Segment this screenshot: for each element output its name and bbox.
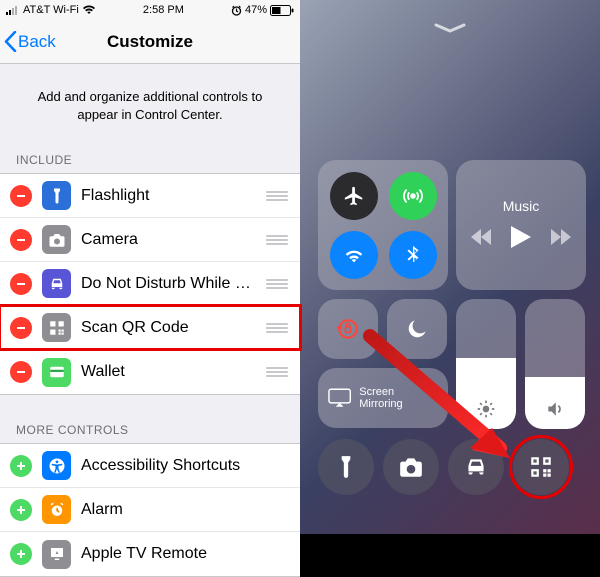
add-button[interactable] [10,543,32,565]
music-tile[interactable]: Music [456,160,586,290]
settings-row[interactable]: Flashlight [0,174,300,218]
row-label: Scan QR Code [81,319,256,337]
volume-slider[interactable] [525,299,585,429]
page-title: Customize [107,32,193,52]
brightness-icon [476,399,496,419]
row-label: Accessibility Shortcuts [81,457,288,475]
settings-row[interactable]: Do Not Disturb While Driving [0,262,300,306]
brightness-slider[interactable] [456,299,516,429]
section-header-more: More Controls [0,417,300,443]
drag-handle[interactable] [266,235,288,245]
music-label: Music [503,198,540,214]
clock: 2:58 PM [143,4,184,16]
play-button[interactable] [511,226,531,253]
dnd-driving-button[interactable] [448,439,504,495]
section-header-include: Include [0,147,300,173]
settings-row[interactable]: Apple TV Remote [0,532,300,576]
settings-row[interactable]: Wallet [0,350,300,394]
dnd-toggle[interactable] [387,299,447,359]
back-label: Back [18,32,56,52]
alarm-icon [42,495,71,524]
settings-row[interactable]: Accessibility Shortcuts [0,444,300,488]
wallet-icon [42,358,71,387]
more-list: Accessibility Shortcuts Alarm Apple TV Rem… [0,443,300,577]
accessibility-icon [42,451,71,480]
row-label: Do Not Disturb While Driving [81,275,256,293]
row-label: Flashlight [81,187,256,205]
cellular-toggle[interactable] [389,172,437,220]
scan-qr-button[interactable] [513,439,569,495]
rewind-button[interactable] [471,229,491,250]
flashlight-button[interactable] [318,439,374,495]
settings-row[interactable]: Camera [0,218,300,262]
drag-handle[interactable] [266,279,288,289]
settings-customize-screen: AT&T Wi-Fi 2:58 PM 47% Back Customize Ad… [0,0,300,534]
back-button[interactable]: Back [4,31,56,52]
nav-bar: Back Customize [0,20,300,64]
screen-mirroring-label: Screen Mirroring [359,386,438,410]
settings-row[interactable]: Alarm [0,488,300,532]
add-button[interactable] [10,499,32,521]
qrcode-icon [42,313,71,342]
flashlight-icon [42,181,71,210]
screen-mirroring-button[interactable]: Screen Mirroring [318,368,448,428]
carrier-label: AT&T Wi-Fi [23,4,79,16]
airplane-toggle[interactable] [330,172,378,220]
control-center-screen: Music [300,0,600,534]
battery-icon [270,5,294,16]
settings-row[interactable]: Scan QR Code [0,306,300,350]
remove-button[interactable] [10,361,32,383]
camera-button[interactable] [383,439,439,495]
volume-icon [545,399,565,419]
chevron-down-icon[interactable] [433,20,467,38]
status-bar: AT&T Wi-Fi 2:58 PM 47% [0,0,300,20]
orientation-lock-toggle[interactable] [318,299,378,359]
row-label: Apple TV Remote [81,545,288,563]
row-label: Camera [81,231,256,249]
car-icon [42,269,71,298]
remove-button[interactable] [10,273,32,295]
drag-handle[interactable] [266,323,288,333]
camera-icon [42,225,71,254]
row-label: Wallet [81,363,256,381]
screen-mirroring-icon [328,388,351,408]
row-label: Alarm [81,501,288,519]
intro-text: Add and organize additional controls to … [0,64,300,147]
remove-button[interactable] [10,229,32,251]
include-list: Flashlight Camera Do Not Disturb While Dri… [0,173,300,395]
appletv-icon [42,540,71,569]
wifi-icon [82,5,96,15]
wifi-toggle[interactable] [330,231,378,279]
bluetooth-toggle[interactable] [389,231,437,279]
signal-icon [6,5,20,15]
connectivity-tile[interactable] [318,160,448,290]
remove-button[interactable] [10,185,32,207]
drag-handle[interactable] [266,367,288,377]
forward-button[interactable] [551,229,571,250]
drag-handle[interactable] [266,191,288,201]
alarm-icon [231,5,242,16]
add-button[interactable] [10,455,32,477]
remove-button[interactable] [10,317,32,339]
battery-pct: 47% [245,4,267,16]
